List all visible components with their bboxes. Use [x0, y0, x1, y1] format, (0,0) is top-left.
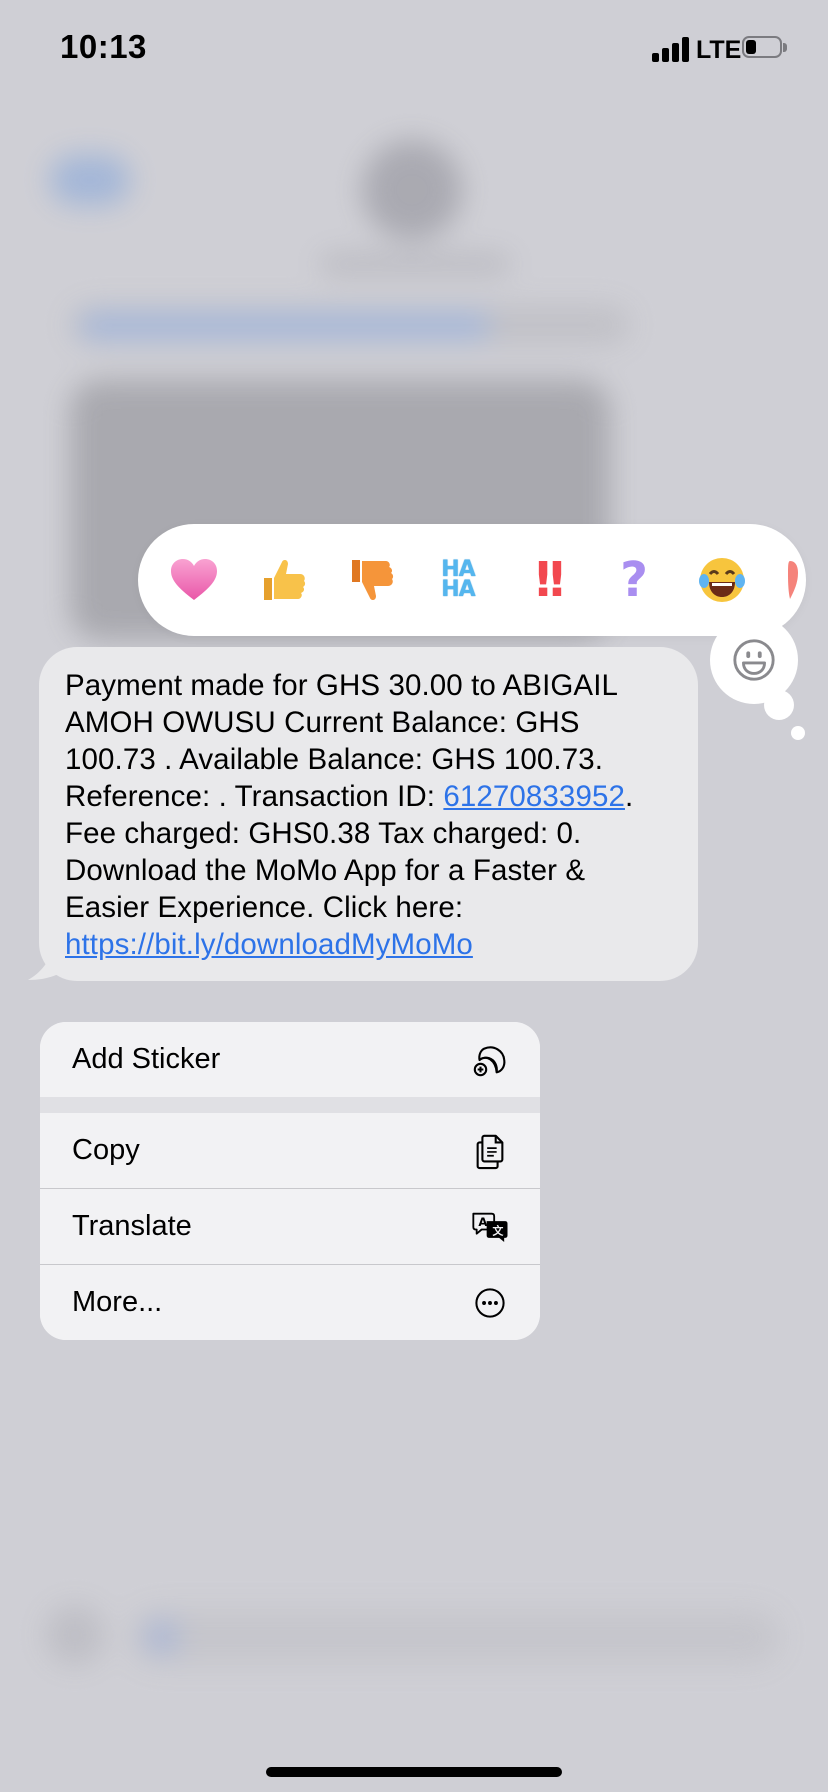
download-link[interactable]: https://bit.ly/downloadMyMoMo: [65, 928, 473, 961]
haha-line-2: HA: [441, 577, 475, 602]
heart-icon: [171, 559, 217, 600]
laughing-face-icon: [699, 558, 745, 602]
partial-heart-reaction[interactable]: [776, 555, 806, 605]
blurred-avatar: [362, 140, 462, 240]
status-time: 10:13: [60, 28, 147, 65]
haha-reaction[interactable]: HA HA: [426, 548, 490, 612]
menu-item-label: Copy: [72, 1134, 140, 1166]
svg-text:A: A: [478, 1215, 487, 1229]
battery-icon: [742, 36, 788, 60]
menu-item-copy[interactable]: Copy: [40, 1113, 540, 1188]
svg-text:文: 文: [493, 1223, 504, 1237]
home-indicator[interactable]: [266, 1767, 562, 1777]
menu-item-label: More...: [72, 1286, 163, 1318]
menu-item-label: Add Sticker: [72, 1043, 221, 1075]
sticker-icon: [470, 1040, 510, 1080]
heart-reaction[interactable]: [162, 548, 226, 612]
blurred-back-button: [50, 155, 130, 205]
thumbs-up-reaction[interactable]: [250, 548, 314, 612]
blurred-message-input: [130, 1610, 780, 1664]
question-reaction[interactable]: ?: [602, 548, 666, 612]
copy-icon: [470, 1131, 510, 1171]
blurred-input-icon: [145, 1620, 179, 1654]
message-bubble[interactable]: Payment made for GHS 30.00 to ABIGAIL AM…: [39, 647, 698, 981]
emoji-bubble-tail-small: [791, 726, 805, 740]
menu-item-add-sticker[interactable]: Add Sticker: [40, 1022, 540, 1097]
reaction-bar: HA HA !! ?: [138, 524, 806, 636]
transaction-id-link[interactable]: 61270833952: [443, 780, 625, 813]
thumbs-down-icon: [352, 560, 394, 601]
thumbs-up-icon: [264, 559, 306, 600]
menu-item-more[interactable]: More...: [40, 1265, 540, 1340]
network-type: LTE: [696, 36, 742, 64]
blurred-apps-button: [45, 1605, 105, 1665]
context-menu: Add Sticker Copy Translate A 文 More...: [40, 1022, 540, 1340]
smiley-face-icon: [733, 639, 775, 681]
menu-item-label: Translate: [72, 1210, 192, 1242]
thumbs-down-reaction[interactable]: [338, 548, 402, 612]
menu-section-gap: [40, 1097, 540, 1113]
translate-icon: A 文: [470, 1207, 510, 1247]
signal-icon: [652, 36, 690, 62]
heart-icon: [788, 561, 798, 599]
more-icon: [470, 1283, 510, 1323]
blurred-contact-name: [320, 255, 510, 273]
message-text: Payment made for GHS 30.00 to ABIGAIL AM…: [65, 667, 674, 963]
menu-item-translate[interactable]: Translate A 文: [40, 1189, 540, 1264]
exclamation-reaction[interactable]: !!: [514, 548, 578, 612]
laughing-reaction[interactable]: [690, 548, 754, 612]
add-emoji-button[interactable]: [710, 616, 798, 704]
blurred-link-line: [80, 315, 490, 337]
status-bar: 10:13 LTE: [0, 0, 828, 100]
